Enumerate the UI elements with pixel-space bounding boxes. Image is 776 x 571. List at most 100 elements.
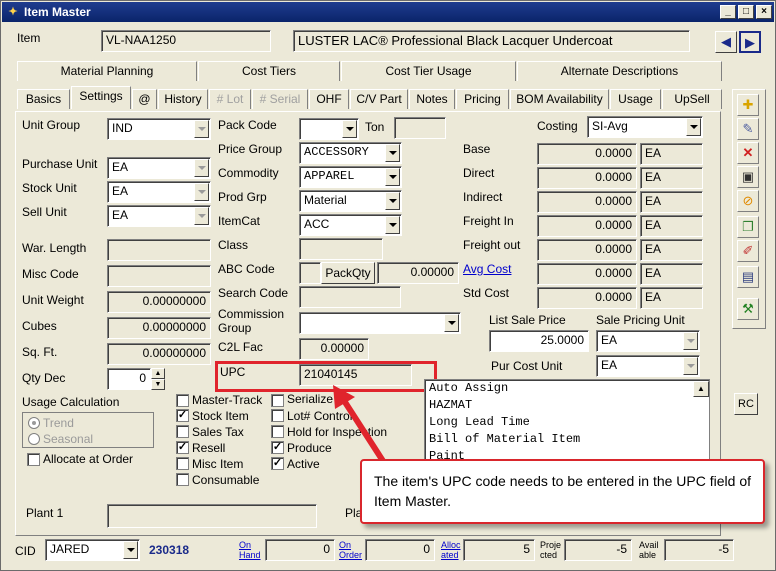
minimize-button[interactable]: _ (720, 5, 736, 19)
copy-icon[interactable]: ❐ (737, 216, 759, 238)
delete-icon[interactable]: ✕ (737, 142, 759, 164)
freight-in-field[interactable]: 0.0000 (537, 215, 637, 237)
seasonal-radio[interactable] (28, 433, 40, 445)
freight-out-unit-field[interactable]: EA (640, 239, 703, 261)
unit-group-select[interactable]: IND (107, 118, 211, 140)
prev-item-button[interactable]: ◀ (715, 31, 737, 53)
qty-dec-down-button[interactable]: ▼ (151, 379, 165, 390)
save-icon[interactable]: ▣ (737, 166, 759, 188)
on-order-link[interactable]: On Order (339, 540, 365, 560)
direct-field[interactable]: 0.0000 (537, 167, 637, 189)
std-cost-field[interactable]: 0.0000 (537, 287, 637, 309)
qty-dec-field[interactable]: 0 (107, 368, 151, 390)
edit-icon[interactable]: ✎ (737, 118, 759, 140)
hammer-icon[interactable]: ⚒ (737, 298, 759, 320)
cancel-icon[interactable]: ⊘ (737, 190, 759, 212)
ton-field[interactable] (394, 117, 446, 139)
indirect-unit-field[interactable]: EA (640, 191, 703, 213)
war-length-field[interactable] (107, 239, 211, 261)
allocate-at-order-checkbox[interactable] (27, 453, 40, 466)
tab-usage[interactable]: Usage (610, 89, 661, 109)
cubes-field[interactable]: 0.00000000 (107, 317, 211, 339)
master-track-checkbox[interactable] (176, 394, 189, 407)
class-field[interactable] (299, 238, 383, 260)
on-hand-link[interactable]: On Hand (239, 540, 265, 560)
avg-cost-unit-field[interactable]: EA (640, 263, 703, 285)
tab-history[interactable]: History (158, 89, 208, 109)
freight-out-field[interactable]: 0.0000 (537, 239, 637, 261)
resell-checkbox[interactable]: ✓ (176, 441, 189, 454)
tab-ohf[interactable]: OHF (309, 89, 349, 109)
tab-upsell[interactable]: UpSell (662, 89, 722, 109)
tab-settings[interactable]: Settings (71, 86, 131, 109)
pack-code-select[interactable] (299, 118, 359, 140)
direct-unit-field[interactable]: EA (640, 167, 703, 189)
allocated-link[interactable]: Alloc ated (441, 540, 463, 560)
tab-cost-tiers[interactable]: Cost Tiers (198, 61, 340, 81)
sales-tax-checkbox[interactable] (176, 425, 189, 438)
tab-serial[interactable]: # Serial (252, 89, 308, 109)
prod-grp-select[interactable]: Material (299, 190, 402, 212)
tab-material-planning[interactable]: Material Planning (17, 61, 197, 81)
avg-cost-link[interactable]: Avg Cost (463, 262, 511, 276)
price-group-select[interactable]: ACCESSORY (299, 142, 402, 164)
std-cost-unit-field[interactable]: EA (640, 287, 703, 309)
freight-in-unit-field[interactable]: EA (640, 215, 703, 237)
tab-cv-part[interactable]: C/V Part (350, 89, 408, 109)
item-description-field[interactable]: LUSTER LAC® Professional Black Lacquer U… (293, 30, 690, 52)
stock-item-checkbox[interactable]: ✓ (176, 409, 189, 422)
attributes-listbox[interactable]: Auto Assign HAZMAT Long Lead Time Bill o… (424, 379, 710, 463)
misc-code-field[interactable] (107, 265, 211, 287)
serialize-checkbox[interactable] (271, 394, 284, 407)
commodity-select[interactable]: APPAREL (299, 166, 402, 188)
search-code-field[interactable] (299, 286, 401, 308)
sell-unit-select[interactable]: EA (107, 205, 211, 227)
unit-weight-field[interactable]: 0.00000000 (107, 291, 211, 313)
qty-dec-up-button[interactable]: ▲ (151, 368, 165, 379)
tab-lot[interactable]: # Lot (209, 89, 251, 109)
tab-pricing[interactable]: Pricing (456, 89, 509, 109)
indirect-field[interactable]: 0.0000 (537, 191, 637, 213)
new-icon[interactable]: ✚ (737, 94, 759, 116)
close-button[interactable]: × (756, 5, 772, 19)
consumable-checkbox[interactable] (176, 473, 189, 486)
itemcat-select[interactable]: ACC (299, 214, 402, 236)
plant1-field[interactable] (107, 504, 317, 528)
maximize-button[interactable]: □ (738, 5, 754, 19)
c2l-fac-field[interactable]: 0.00000 (299, 338, 369, 360)
sale-pricing-unit-select[interactable]: EA (596, 330, 700, 352)
sqft-field[interactable]: 0.00000000 (107, 343, 211, 365)
list-item[interactable]: HAZMAT (425, 397, 709, 414)
tab-basics[interactable]: Basics (17, 89, 70, 109)
print-icon[interactable]: ▤ (737, 266, 759, 288)
pur-cost-unit-select[interactable]: EA (596, 355, 700, 377)
base-field[interactable]: 0.0000 (537, 143, 637, 165)
rc-button[interactable]: RC (734, 393, 758, 415)
produce-checkbox[interactable]: ✓ (271, 441, 284, 454)
active-checkbox[interactable]: ✓ (271, 457, 284, 470)
tab-alternate-descriptions[interactable]: Alternate Descriptions (517, 61, 722, 81)
packqty-field[interactable]: 0.00000 (377, 262, 459, 284)
list-sale-price-field[interactable]: 25.0000 (489, 330, 589, 352)
item-code-field[interactable]: VL-NAA1250 (101, 30, 271, 52)
tab-at[interactable]: @ (132, 89, 157, 109)
costing-select[interactable]: SI-Avg (587, 116, 703, 138)
lot-control-checkbox[interactable] (271, 409, 284, 422)
hold-for-inspection-checkbox[interactable] (271, 425, 284, 438)
tab-bom-availability[interactable]: BOM Availability (510, 89, 609, 109)
commission-group-select[interactable] (299, 312, 461, 334)
list-item[interactable]: Bill of Material Item (425, 431, 709, 448)
misc-item-checkbox[interactable] (176, 457, 189, 470)
base-unit-field[interactable]: EA (640, 143, 703, 165)
list-item[interactable]: Auto Assign (425, 380, 709, 397)
avg-cost-field[interactable]: 0.0000 (537, 263, 637, 285)
abc-code-field[interactable] (299, 262, 321, 284)
note-icon[interactable]: ✐ (737, 240, 759, 262)
purchase-unit-select[interactable]: EA (107, 157, 211, 179)
tab-notes[interactable]: Notes (409, 89, 455, 109)
list-item[interactable]: Long Lead Time (425, 414, 709, 431)
packqty-button[interactable]: PackQty (321, 262, 375, 284)
tab-cost-tier-usage[interactable]: Cost Tier Usage (341, 61, 516, 81)
listbox-scroll-up[interactable]: ▲ (693, 381, 709, 397)
next-item-button[interactable]: ▶ (739, 31, 761, 53)
